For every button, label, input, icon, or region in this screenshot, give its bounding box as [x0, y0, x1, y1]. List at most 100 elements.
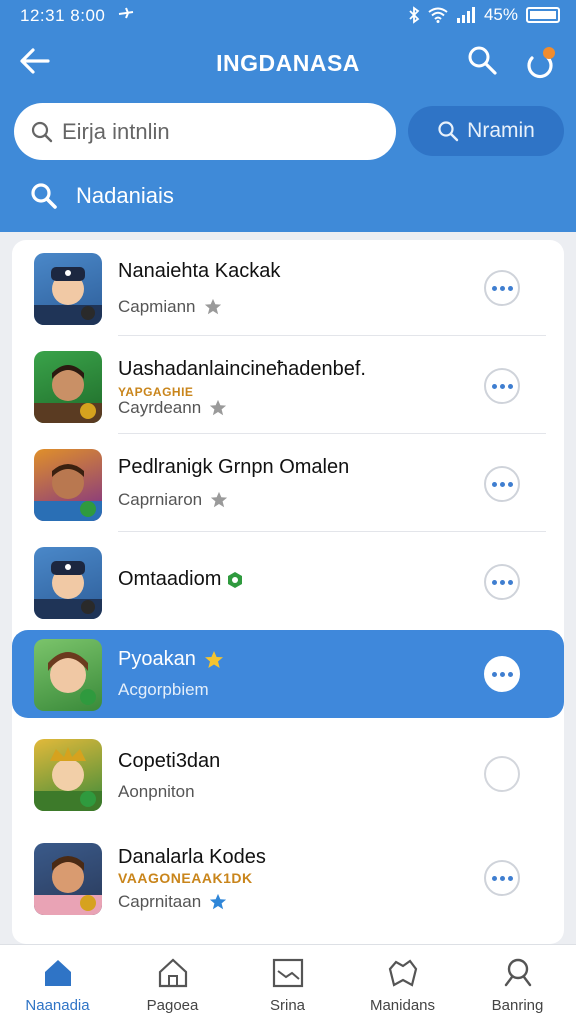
- item-name: Omtaadiom: [118, 568, 222, 590]
- item-subtitle-text: Capmiann: [118, 297, 196, 316]
- select-radio[interactable]: [484, 756, 520, 792]
- chart-icon: [230, 955, 345, 991]
- app-bar: INGDANASA: [0, 38, 576, 88]
- wifi-icon: [428, 7, 448, 23]
- item-subtitle-text: Cayrdeann: [118, 398, 202, 417]
- list-item[interactable]: Uashadanlaincineħadenbef. YAPGAGHIE Cayr…: [12, 338, 564, 434]
- signal-icon: [456, 7, 475, 23]
- search-action-label: Nramin: [467, 119, 535, 142]
- list-item[interactable]: Pedlranigk Grnpn Omalen Caprniaron: [12, 436, 564, 532]
- star-icon: [210, 399, 227, 416]
- more-icon: [491, 481, 513, 487]
- more-options-button[interactable]: [484, 466, 520, 502]
- more-icon: [491, 383, 513, 389]
- item-tag: VAAGONEAAK1DK: [118, 870, 253, 886]
- search-button[interactable]: [466, 44, 502, 80]
- search-action-button[interactable]: Nramin: [408, 106, 564, 156]
- item-subtitle: Acgorpbiem: [118, 680, 209, 700]
- tab-pages[interactable]: Pagoea: [115, 955, 230, 1014]
- avatar: [34, 351, 102, 423]
- notification-button[interactable]: [520, 44, 560, 84]
- status-time: 12:31 8:00: [20, 6, 106, 25]
- star-icon: [204, 298, 221, 315]
- item-subtitle-text: Caprniaron: [118, 490, 203, 509]
- status-bar: 12:31 8:00 45%: [0, 0, 576, 30]
- list-item[interactable]: Nanaiehta Kackak Capmiann: [12, 240, 564, 336]
- more-options-button[interactable]: [484, 270, 520, 306]
- more-icon: [491, 875, 513, 881]
- more-icon: [491, 671, 513, 677]
- item-subtitle: Cayrdeann: [118, 398, 227, 418]
- verified-icon: [228, 571, 243, 588]
- star-icon: [204, 650, 223, 668]
- tab-groups[interactable]: Manidans: [345, 955, 460, 1014]
- item-subtitle-text: Caprnitaan: [118, 892, 202, 911]
- item-name: Uashadanlaincineħadenbef.: [118, 358, 366, 380]
- sub-search-link[interactable]: Nadaniais: [30, 182, 174, 210]
- tab-label: Banring: [491, 997, 544, 1014]
- tab-stats[interactable]: Srina: [230, 955, 345, 1014]
- battery-icon: [526, 7, 560, 23]
- more-options-button[interactable]: [484, 564, 520, 600]
- item-name-row: Omtaadiom: [118, 568, 243, 591]
- avatar: [34, 639, 102, 711]
- search-icon: [438, 121, 459, 142]
- tab-label: Naanadia: [25, 997, 90, 1014]
- more-options-button[interactable]: [484, 860, 520, 896]
- item-subtitle: Caprnitaan: [118, 892, 227, 912]
- more-icon: [491, 579, 513, 585]
- divider: [118, 335, 546, 336]
- battery-percent: 45%: [483, 5, 518, 24]
- divider: [118, 531, 546, 532]
- item-subtitle: Aonpniton: [118, 782, 195, 802]
- more-options-button[interactable]: [484, 656, 520, 692]
- profile-icon: [460, 955, 575, 991]
- avatar: [34, 253, 102, 325]
- divider: [118, 433, 546, 434]
- search-icon: [31, 121, 53, 142]
- item-tag: YAPGAGHIE: [118, 385, 194, 399]
- notification-icon: [527, 47, 555, 79]
- list-item[interactable]: Copeti3dan Aonpniton: [12, 726, 564, 822]
- home-icon: [0, 955, 115, 991]
- star-icon: [210, 893, 227, 910]
- tab-label: Pagoea: [146, 997, 199, 1014]
- airplane-icon: [118, 5, 134, 26]
- house-outline-icon: [115, 955, 230, 991]
- item-name: Pedlranigk Grnpn Omalen: [118, 456, 350, 478]
- status-icons: 45%: [408, 5, 560, 25]
- avatar: [34, 739, 102, 811]
- item-name: Danalarla Kodes: [118, 846, 266, 868]
- bluetooth-icon: [409, 6, 420, 24]
- avatar: [34, 843, 102, 915]
- item-name: Copeti3dan: [118, 750, 221, 772]
- sub-search-label: Nadaniais: [76, 183, 174, 208]
- item-name-row: Pyoakan: [118, 648, 224, 671]
- star-icon: [211, 491, 228, 508]
- group-icon: [345, 955, 460, 991]
- tab-label: Manidans: [369, 997, 436, 1014]
- avatar: [34, 449, 102, 521]
- more-icon: [491, 285, 513, 291]
- item-subtitle: Capmiann: [118, 297, 222, 317]
- item-name: Nanaiehta Kackak: [118, 260, 281, 282]
- item-subtitle-text: Acgorpbiem: [118, 680, 209, 699]
- header: 12:31 8:00 45% INGDANASA Nramin: [0, 0, 576, 232]
- tab-profile[interactable]: Banring: [460, 955, 575, 1014]
- bottom-tab-bar: Naanadia Pagoea Srina Manidans Banring: [0, 944, 576, 1024]
- search-icon: [468, 46, 497, 75]
- list-item[interactable]: Omtaadiom: [12, 534, 564, 630]
- item-subtitle-text: Aonpniton: [118, 782, 195, 801]
- item-subtitle: Caprniaron: [118, 490, 228, 510]
- tab-home[interactable]: Naanadia: [0, 955, 115, 1014]
- search-input[interactable]: [62, 118, 362, 145]
- search-icon: [31, 183, 57, 209]
- search-bar: [14, 103, 396, 160]
- avatar: [34, 547, 102, 619]
- list-item-selected[interactable]: Pyoakan Acgorpbiem: [12, 630, 564, 718]
- item-name: Pyoakan: [118, 648, 196, 670]
- more-options-button[interactable]: [484, 368, 520, 404]
- list-item[interactable]: Danalarla Kodes VAAGONEAAK1DK Caprnitaan: [12, 830, 564, 926]
- tab-label: Srina: [269, 997, 306, 1014]
- contact-list: Nanaiehta Kackak Capmiann Uashadanlainci…: [12, 240, 564, 944]
